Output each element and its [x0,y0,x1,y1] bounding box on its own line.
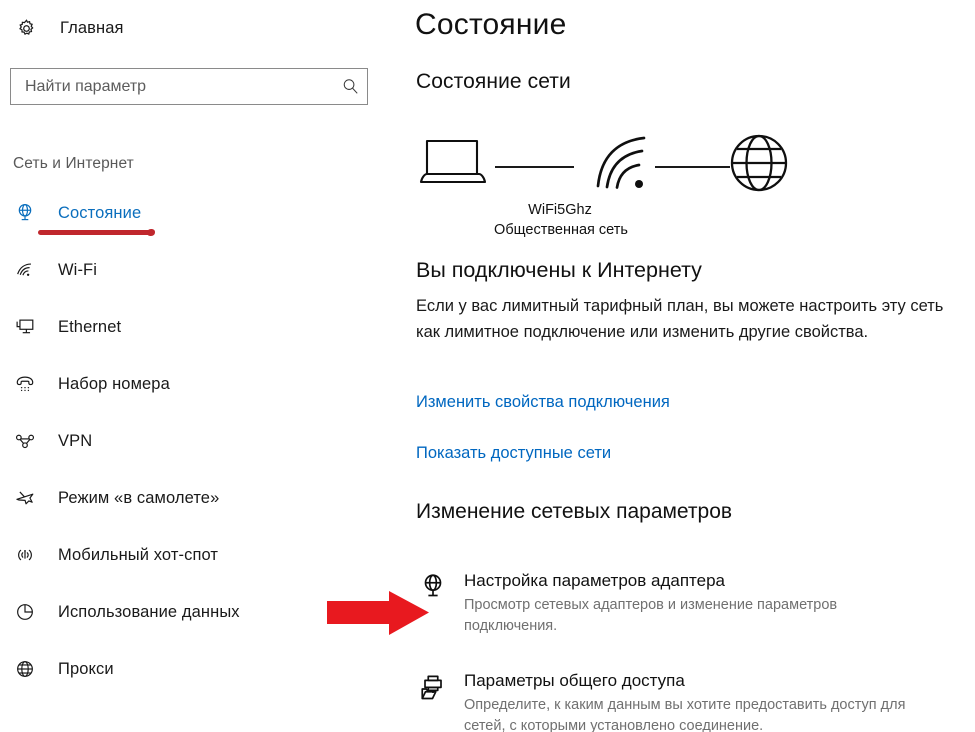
pie-chart-icon [10,597,40,627]
main-content: Состояние Состояние сети WiFi5Ghz Общест… [400,0,975,732]
section-title-change-settings: Изменение сетевых параметров [416,500,733,523]
globe-icon [10,654,40,684]
section-title-network-status: Состояние сети [416,70,571,93]
red-underline-annotation [38,229,155,236]
globe-monitor-icon [10,198,40,228]
setting-item-sharing-description: Определите, к каким данным вы хотите пре… [464,697,906,732]
adapter-globe-monitor-icon [414,570,452,602]
change-connection-properties-link[interactable]: Изменить свойства подключения [416,393,670,412]
sidebar-item-data-usage-label: Использование данных [58,602,240,621]
hotspot-icon [10,540,40,570]
sidebar-item-status-label: Состояние [58,203,142,222]
search-input[interactable] [11,69,333,104]
sidebar-item-home[interactable]: Главная [8,12,130,44]
setting-item-adapter-description: Просмотр сетевых адаптеров и изменение п… [464,597,838,634]
sidebar-item-proxy[interactable]: Прокси [0,652,400,686]
search-box[interactable] [10,68,368,105]
network-type-label: Общественная сеть [494,222,628,238]
vpn-icon [10,426,40,456]
sidebar-item-airplane-mode[interactable]: Режим «в самолете» [0,481,400,515]
sidebar-item-airplane-mode-label: Режим «в самолете» [58,488,220,507]
sidebar-item-vpn[interactable]: VPN [0,424,400,458]
gear-icon [14,16,38,40]
sidebar-category-label: Сеть и Интернет [13,155,134,172]
search-icon[interactable] [333,69,367,104]
connection-status-heading: Вы подключены к Интернету [416,258,702,282]
sidebar-item-proxy-label: Прокси [58,659,114,678]
sidebar-nav-list: Состояние Wi-Fi Ethernet Набор номера VP… [0,196,400,709]
sidebar-item-dialup[interactable]: Набор номера [0,367,400,401]
sidebar-item-wifi[interactable]: Wi-Fi [0,253,400,287]
printer-folder-icon [414,670,452,702]
sidebar-item-vpn-label: VPN [58,431,93,450]
sidebar-item-dialup-label: Набор номера [58,374,170,393]
sidebar: Главная Сеть и Интернет [0,0,400,732]
page-title: Состояние [415,8,567,41]
wifi-icon [590,130,652,201]
settings-window: Главная Сеть и Интернет [0,0,975,732]
connection-status-description: Если у вас лимитный тарифный план, вы мо… [416,297,944,341]
show-available-networks-link[interactable]: Показать доступные сети [416,444,611,463]
wifi-icon [10,255,40,285]
setting-item-adapter-title: Настройка параметров адаптера [464,571,726,590]
diagram-link-network-to-internet [655,166,730,168]
sidebar-home-label: Главная [60,18,124,37]
diagram-link-device-to-network [495,166,574,168]
network-ssid-label: WiFi5Ghz [528,202,592,218]
sidebar-item-status[interactable]: Состояние [0,196,400,236]
ethernet-icon [10,312,40,342]
setting-item-sharing-options[interactable]: Параметры общего доступа Определите, к к… [414,670,959,732]
sidebar-item-ethernet[interactable]: Ethernet [0,310,400,344]
setting-item-sharing-title: Параметры общего доступа [464,671,685,690]
setting-item-sharing-body: Параметры общего доступа Определите, к к… [452,670,959,732]
setting-item-adapter-body: Настройка параметров адаптера Просмотр с… [452,570,959,637]
network-status-diagram: WiFi5Ghz Общественная сеть [410,130,800,245]
airplane-icon [10,483,40,513]
dialup-phone-icon [10,369,40,399]
sidebar-item-data-usage[interactable]: Использование данных [0,595,400,629]
sidebar-item-hotspot-label: Мобильный хот-спот [58,545,219,564]
globe-icon [723,127,795,204]
sidebar-item-hotspot[interactable]: Мобильный хот-спот [0,538,400,572]
setting-item-adapter-options[interactable]: Настройка параметров адаптера Просмотр с… [414,570,959,637]
sidebar-item-wifi-label: Wi-Fi [58,260,97,279]
laptop-icon [415,135,491,198]
sidebar-item-ethernet-label: Ethernet [58,317,122,336]
